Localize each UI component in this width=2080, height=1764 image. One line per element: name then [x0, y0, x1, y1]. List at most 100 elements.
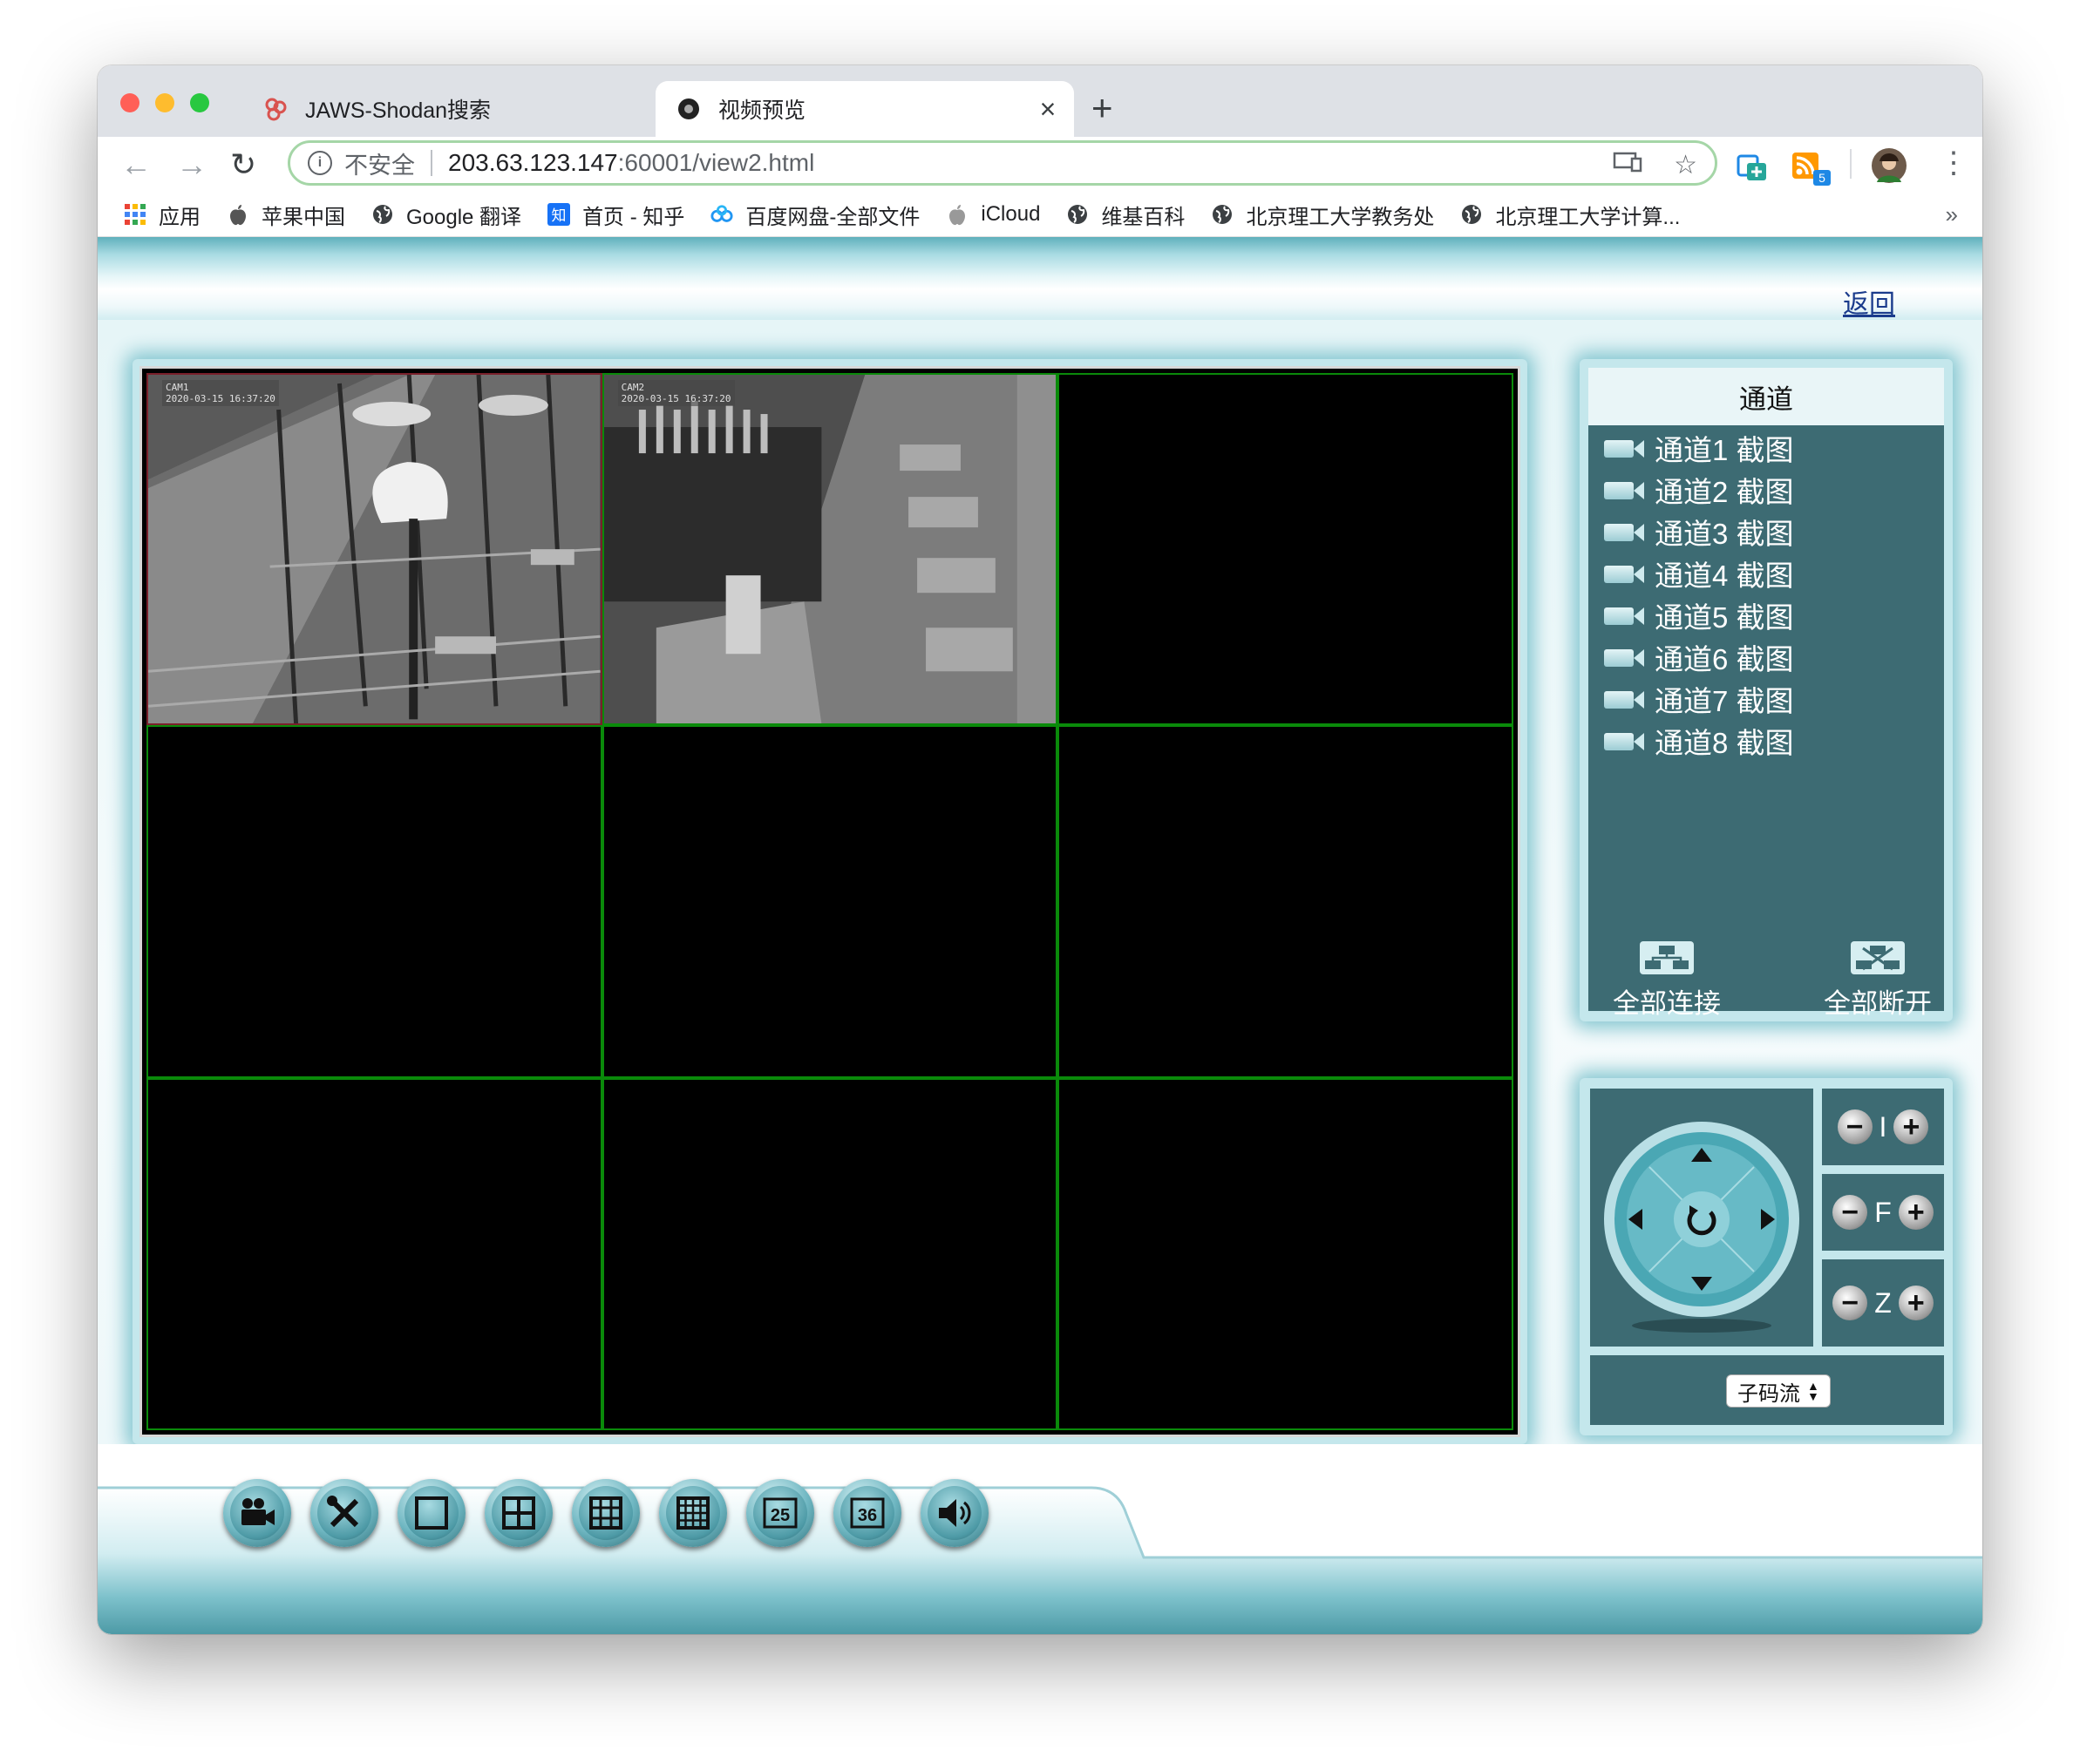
channel-item[interactable]: 通道6 截图: [1604, 640, 1794, 675]
snapshot-link[interactable]: 截图: [1737, 678, 1794, 720]
zoom-minus-icon[interactable]: −: [1832, 1286, 1868, 1320]
apple-icon: [227, 203, 249, 226]
channel-name[interactable]: 通道5: [1655, 594, 1728, 636]
tab-video-preview[interactable]: 视频预览 ×: [656, 81, 1074, 137]
channel-item[interactable]: 通道5 截图: [1604, 598, 1794, 634]
record-button[interactable]: [223, 1479, 291, 1547]
disconnect-all-button[interactable]: 全部断开: [1824, 941, 1932, 1021]
snapshot-link[interactable]: 截图: [1737, 469, 1794, 511]
close-window-button[interactable]: [120, 93, 139, 112]
channel-item[interactable]: 通道2 截图: [1604, 472, 1794, 508]
video-cell-6[interactable]: [1057, 725, 1513, 1078]
channel-name[interactable]: 通道4: [1655, 553, 1728, 594]
tab-close-icon[interactable]: ×: [1030, 93, 1065, 126]
forward-arrow-icon[interactable]: →: [176, 146, 207, 184]
settings-button[interactable]: [310, 1479, 378, 1547]
channel-item[interactable]: 通道7 截图: [1604, 682, 1794, 717]
back-arrow-icon[interactable]: ←: [120, 146, 152, 184]
channel-item[interactable]: 通道4 截图: [1604, 553, 1794, 594]
baidu-netdisk-icon: [710, 203, 733, 226]
video-cell-3[interactable]: [1057, 373, 1513, 726]
layout-25-button[interactable]: 25: [746, 1479, 814, 1547]
focus-plus-icon[interactable]: +: [1898, 1195, 1934, 1230]
video-cell-5[interactable]: [602, 725, 1058, 1078]
bookmark-apple-china[interactable]: 苹果中国: [227, 200, 345, 230]
channel-item[interactable]: 通道3 截图: [1604, 514, 1794, 550]
translate-extension-icon[interactable]: [1737, 153, 1768, 188]
video-osd: CAM1 2020-03-15 16:37:20: [162, 380, 279, 406]
stream-select[interactable]: 子码流 ▲ ▼: [1726, 1374, 1831, 1408]
channel-name[interactable]: 通道1: [1655, 427, 1728, 469]
cast-icon[interactable]: [1613, 150, 1642, 181]
video-cell-8[interactable]: [602, 1077, 1058, 1430]
browser-window: JAWS-Shodan搜索 × 视频预览 × + ← → ↻ i 不安全 203…: [98, 65, 1982, 1634]
divider: [431, 150, 432, 176]
camera-icon: [1604, 688, 1649, 710]
snapshot-link[interactable]: 截图: [1737, 427, 1794, 469]
bookmark-label: 维基百科: [1101, 205, 1186, 229]
bookmark-google-translate[interactable]: Google 翻译: [371, 200, 521, 230]
video-cell-2[interactable]: CAM2 2020-03-15 16:37:20: [602, 373, 1058, 726]
minimize-window-button[interactable]: [155, 93, 174, 112]
snapshot-link[interactable]: 截图: [1737, 594, 1794, 636]
iris-minus-icon[interactable]: −: [1837, 1109, 1873, 1144]
globe-icon: [371, 203, 394, 226]
channel-list: 通道1 截图 通道2 截图 通道3 截图 通道4 截图 通道5 截图 通道6 截…: [1588, 425, 1944, 1019]
layout-9-button[interactable]: [572, 1479, 640, 1547]
bookmark-apps[interactable]: 应用: [124, 200, 201, 230]
bookmark-zhihu[interactable]: 知 首页 - 知乎: [547, 200, 684, 230]
bookmark-label: 百度网盘-全部文件: [745, 205, 921, 229]
layout-4-button[interactable]: [485, 1479, 553, 1547]
channel-panel: 通道 通道1 截图 通道2 截图 通道3 截图 通道4 截图 通道5 截图 通道…: [1580, 359, 1953, 1021]
video-cell-1[interactable]: CAM1 2020-03-15 16:37:20: [146, 373, 602, 726]
channel-name[interactable]: 通道2: [1655, 469, 1728, 511]
zoom-plus-icon[interactable]: +: [1898, 1286, 1934, 1320]
channel-item[interactable]: 通道8 截图: [1604, 723, 1794, 759]
focus-minus-icon[interactable]: −: [1832, 1195, 1868, 1230]
apps-grid-icon: [124, 203, 146, 226]
profile-avatar[interactable]: [1871, 147, 1907, 188]
rss-extension-icon[interactable]: 5: [1792, 153, 1832, 192]
bookmark-bit-jwc[interactable]: 北京理工大学教务处: [1211, 200, 1434, 230]
camera-icon: [1604, 729, 1649, 752]
layout-16-button[interactable]: [659, 1479, 727, 1547]
channel-name[interactable]: 通道8: [1655, 720, 1728, 762]
bookmark-bit-computing[interactable]: 北京理工大学计算...: [1460, 200, 1680, 230]
new-tab-button[interactable]: +: [1091, 90, 1113, 126]
shodan-favicon-icon: [263, 97, 288, 121]
bookmark-wikipedia[interactable]: 维基百科: [1066, 200, 1185, 230]
browser-menu-icon[interactable]: ⋮: [1939, 146, 1968, 180]
snapshot-link[interactable]: 截图: [1737, 720, 1794, 762]
video-cell-7[interactable]: [146, 1077, 602, 1430]
layout-1-button[interactable]: [398, 1479, 466, 1547]
channel-name[interactable]: 通道6: [1655, 636, 1728, 678]
channel-name[interactable]: 通道3: [1655, 511, 1728, 553]
info-icon[interactable]: i: [308, 151, 332, 175]
svg-text:25: 25: [771, 1506, 790, 1525]
back-link[interactable]: 返回: [1843, 282, 1895, 321]
browser-toolbar: ← → ↻ i 不安全 203.63.123.147:60001/view2.h…: [98, 137, 1982, 193]
reload-icon[interactable]: ↻: [230, 146, 256, 184]
ptz-joystick[interactable]: [1590, 1089, 1813, 1347]
zoom-window-button[interactable]: [190, 93, 209, 112]
snapshot-link[interactable]: 截图: [1737, 511, 1794, 553]
channel-item[interactable]: 通道1 截图: [1604, 431, 1794, 466]
svg-text:知: 知: [552, 207, 567, 225]
channel-name[interactable]: 通道7: [1655, 678, 1728, 720]
snapshot-link[interactable]: 截图: [1737, 553, 1794, 594]
bookmarks-overflow-button[interactable]: »: [1946, 201, 1958, 228]
layout-36-button[interactable]: 36: [833, 1479, 901, 1547]
connect-all-button[interactable]: 全部连接: [1613, 941, 1721, 1021]
volume-button[interactable]: [921, 1479, 989, 1547]
video-cell-9[interactable]: [1057, 1077, 1513, 1430]
bookmark-icloud[interactable]: iCloud: [946, 202, 1040, 227]
bookmark-baidu-netdisk[interactable]: 百度网盘-全部文件: [710, 200, 920, 230]
address-bar[interactable]: i 不安全 203.63.123.147:60001/view2.html ☆: [288, 140, 1717, 186]
url-text[interactable]: 203.63.123.147:60001/view2.html: [448, 149, 814, 177]
bookmark-star-icon[interactable]: ☆: [1674, 150, 1697, 181]
video-osd: CAM2 2020-03-15 16:37:20: [617, 380, 735, 406]
snapshot-link[interactable]: 截图: [1737, 636, 1794, 678]
iris-plus-icon[interactable]: +: [1893, 1109, 1929, 1144]
globe-icon: [1211, 203, 1234, 226]
video-cell-4[interactable]: [146, 725, 602, 1078]
